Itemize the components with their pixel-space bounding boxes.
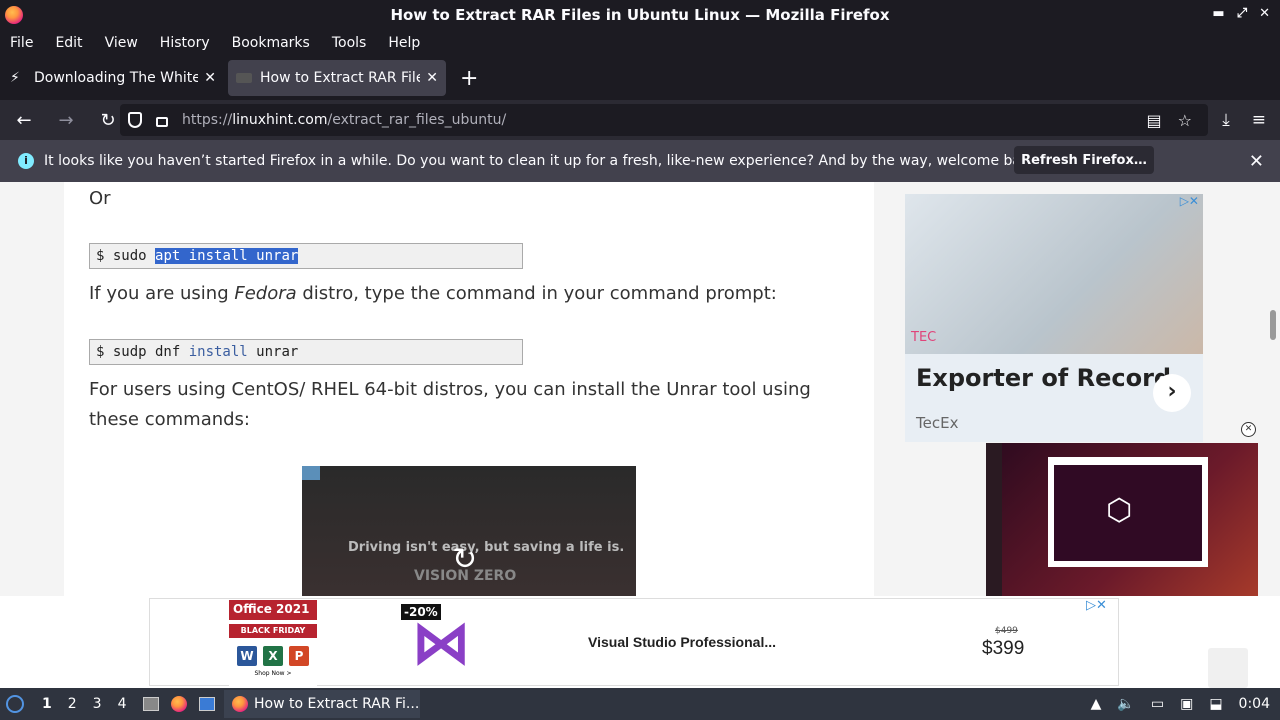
ubuntu-dock xyxy=(986,443,1002,596)
centos-paragraph-line1: For users using CentOS/ RHEL 64-bit dist… xyxy=(89,379,811,400)
reader-view-icon[interactable]: ▤ xyxy=(1147,111,1162,130)
nav-toolbar: ← → ↻ https://linuxhint.com/extract_rar_… xyxy=(0,100,1280,140)
adchoices-icon[interactable]: ▷✕ xyxy=(1180,194,1199,208)
download-icon[interactable]: ⤓ xyxy=(1222,110,1230,130)
workspace-2[interactable]: 2 xyxy=(68,696,77,712)
clipboard-icon[interactable]: ▭ xyxy=(1151,696,1164,712)
close-icon[interactable]: ✕ xyxy=(1259,6,1270,21)
office-title: Office 2021 xyxy=(229,600,317,620)
shield-icon[interactable] xyxy=(128,112,142,128)
tab-bar: ⚡ Downloading The White I ✕ How to Extra… xyxy=(0,56,1280,100)
page-content: Or $ sudo apt install unrar If you are u… xyxy=(0,182,1280,596)
powerpoint-icon: P xyxy=(289,646,309,666)
tab-extract-rar[interactable]: How to Extract RAR Files ✕ xyxy=(228,60,446,96)
scrollbar-thumb[interactable] xyxy=(1270,310,1276,340)
video-ad[interactable]: Driving isn't easy, but saving a life is… xyxy=(302,466,636,596)
ad-photo xyxy=(905,194,1203,354)
window-titlebar: How to Extract RAR Files in Ubuntu Linux… xyxy=(0,0,1280,30)
clock: 0:04 xyxy=(1238,696,1270,712)
lightning-icon: ⚡ xyxy=(10,70,20,86)
tab-close-icon[interactable]: ✕ xyxy=(426,70,438,86)
forward-icon[interactable]: → xyxy=(48,110,84,131)
file-manager-icon[interactable] xyxy=(142,697,159,711)
volume-icon[interactable]: 🔈 xyxy=(1117,696,1134,712)
bookmark-star-icon[interactable]: ☆ xyxy=(1178,111,1192,130)
back-icon[interactable]: ← xyxy=(6,110,42,131)
url-text[interactable]: https://linuxhint.com/extract_rar_files_… xyxy=(182,112,506,128)
hamburger-menu-icon[interactable]: ≡ xyxy=(1252,110,1266,130)
close-video-icon[interactable]: ✕ xyxy=(1241,422,1256,437)
menu-history[interactable]: History xyxy=(160,35,210,51)
code-block-dnf[interactable]: $ sudp dnf install unrar xyxy=(89,339,523,365)
or-text: Or xyxy=(89,188,111,209)
desktop-icon[interactable] xyxy=(198,697,215,711)
tab-close-icon[interactable]: ✕ xyxy=(204,70,216,86)
bash-hex-icon: ⬡ xyxy=(1106,493,1133,528)
refresh-firefox-button[interactable]: Refresh Firefox… xyxy=(1014,146,1154,174)
tab-label: How to Extract RAR Files xyxy=(260,70,421,86)
discount-badge: -20% xyxy=(401,604,441,620)
restore-icon[interactable]: ⤢ xyxy=(1237,6,1247,21)
display-icon[interactable]: ▣ xyxy=(1180,696,1193,712)
info-icon: i xyxy=(18,153,34,169)
taskbar-window-title: How to Extract RAR Fi... xyxy=(254,696,420,712)
chevron-right-icon[interactable]: › xyxy=(1153,374,1191,412)
price: $399 xyxy=(982,638,1025,659)
video-caption: Driving isn't easy, but saving a life is… xyxy=(348,540,625,555)
code-block-apt[interactable]: $ sudo apt install unrar xyxy=(89,243,523,269)
firefox-icon xyxy=(232,696,248,712)
tab-label: Downloading The White I xyxy=(34,70,199,86)
fedora-paragraph: If you are using Fedora distro, type the… xyxy=(89,283,777,304)
notification-bar: i It looks like you haven’t started Fire… xyxy=(0,140,1280,182)
tec-logo: TEC xyxy=(911,330,937,345)
replay-icon[interactable]: ↻ xyxy=(452,542,477,577)
bottom-ad-banner[interactable]: Office 2021 BLACK FRIDAY SALE W X P Shop… xyxy=(0,596,1280,688)
workspace-1[interactable]: 1 xyxy=(42,696,52,712)
lock-icon[interactable] xyxy=(156,117,168,127)
window-title: How to Extract RAR Files in Ubuntu Linux… xyxy=(390,6,890,24)
url-bar[interactable]: https://linuxhint.com/extract_rar_files_… xyxy=(120,104,1208,136)
menu-edit[interactable]: Edit xyxy=(55,35,82,51)
menu-tools[interactable]: Tools xyxy=(332,35,367,51)
new-tab-icon[interactable]: + xyxy=(460,66,478,91)
excel-icon: X xyxy=(263,646,283,666)
side-ad[interactable]: ▷✕ TEC Exporter of Record TecEx › xyxy=(905,194,1203,442)
ad-headline: Exporter of Record xyxy=(916,364,1172,392)
site-favicon-icon xyxy=(236,73,252,83)
menu-help[interactable]: Help xyxy=(388,35,420,51)
firefox-logo-icon xyxy=(5,6,23,24)
word-icon: W xyxy=(237,646,257,666)
menu-file[interactable]: File xyxy=(10,35,33,51)
shop-now-text: Shop Now > xyxy=(254,670,292,677)
network-icon[interactable]: ⬓ xyxy=(1209,696,1222,712)
taskbar-firefox-window[interactable]: How to Extract RAR Fi... xyxy=(224,690,420,718)
product-name[interactable]: Visual Studio Professional... xyxy=(588,634,776,650)
system-tray: ▲ 🔈 ▭ ▣ ⬓ 0:04 xyxy=(1091,696,1270,712)
system-menu-icon[interactable] xyxy=(6,695,24,713)
notification-text: It looks like you haven’t started Firefo… xyxy=(44,153,1043,169)
firefox-launcher-icon[interactable] xyxy=(170,696,187,712)
menu-bookmarks[interactable]: Bookmarks xyxy=(232,35,310,51)
workspace-4[interactable]: 4 xyxy=(118,696,127,712)
workspace-3[interactable]: 3 xyxy=(93,696,102,712)
old-price: $499 xyxy=(995,626,1018,636)
centos-paragraph-line2: these commands: xyxy=(89,409,250,430)
office-sale: BLACK FRIDAY SALE xyxy=(229,624,317,649)
close-notification-icon[interactable]: ✕ xyxy=(1249,151,1264,172)
taskbar: 1 2 3 4 How to Extract RAR Fi... ▲ 🔈 ▭ ▣… xyxy=(0,688,1280,720)
tab-downloading[interactable]: ⚡ Downloading The White I ✕ xyxy=(2,60,224,96)
scroll-to-top-button[interactable] xyxy=(1208,648,1248,688)
floating-video[interactable]: ⬡ xyxy=(986,443,1258,596)
adchoices-icon[interactable]: ▷✕ xyxy=(1086,598,1107,613)
tray-up-icon[interactable]: ▲ xyxy=(1091,696,1102,712)
menu-view[interactable]: View xyxy=(105,35,138,51)
ad-corner-icon xyxy=(302,466,320,480)
menu-bar: File Edit View History Bookmarks Tools H… xyxy=(0,30,1280,56)
ad-subtitle: TecEx xyxy=(916,414,959,432)
article-body: Or $ sudo apt install unrar If you are u… xyxy=(64,182,874,596)
office-ad-image[interactable]: Office 2021 BLACK FRIDAY SALE W X P Shop… xyxy=(229,600,317,686)
minimize-icon[interactable]: ▬ xyxy=(1212,6,1224,21)
